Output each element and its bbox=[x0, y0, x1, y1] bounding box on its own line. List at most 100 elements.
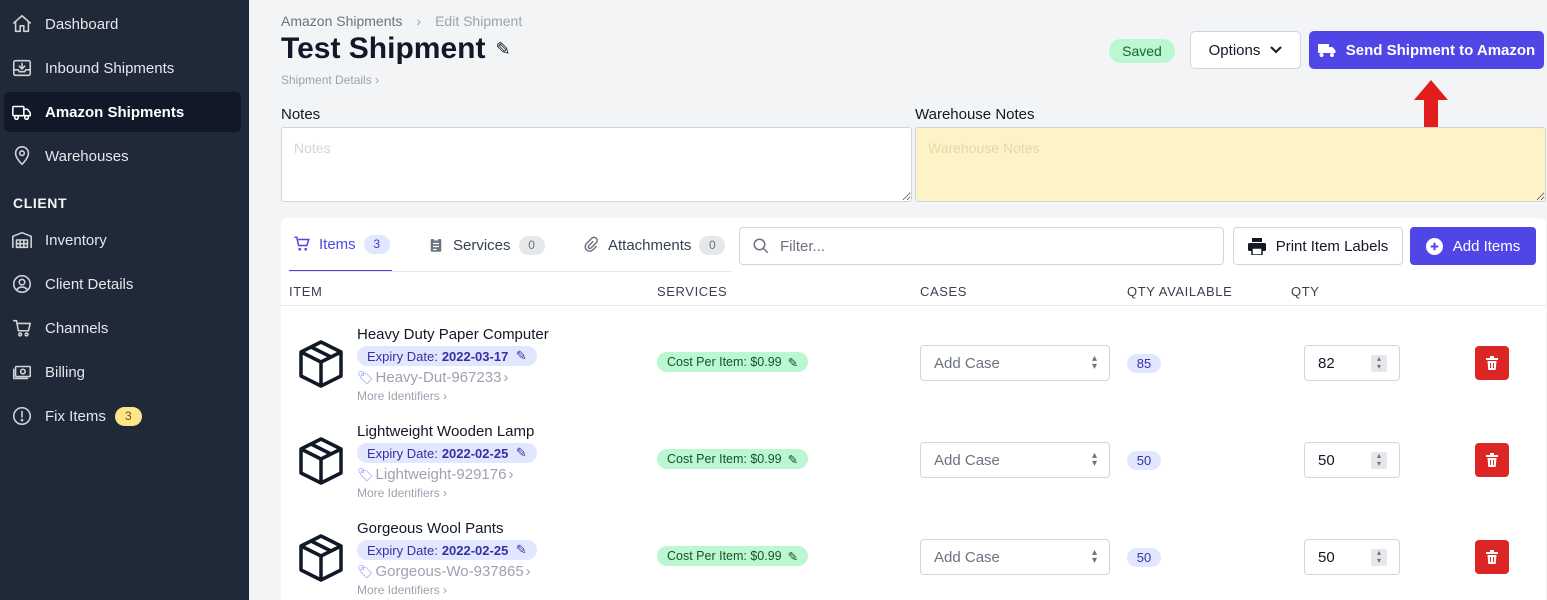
table-row: Gorgeous Wool Pants Expiry Date: 2022-02-… bbox=[281, 508, 1546, 600]
sidebar-item-billing[interactable]: Billing bbox=[0, 352, 249, 392]
page-title: Test Shipment ✎ bbox=[281, 32, 511, 66]
item-name[interactable]: Gorgeous Wool Pants bbox=[357, 520, 503, 537]
identifier-value: Heavy-Dut-967233 bbox=[375, 369, 502, 386]
truck-icon bbox=[1317, 44, 1336, 57]
service-badge[interactable]: Cost Per Item: $0.99 ✎ bbox=[657, 352, 809, 372]
sidebar-item-amazon-shipments[interactable]: Amazon Shipments bbox=[4, 92, 241, 132]
chevron-right-icon: › bbox=[443, 486, 448, 500]
table-row: Heavy Duty Paper Computer Expiry Date: 20… bbox=[281, 314, 1546, 411]
identifier-link[interactable]: 🏷 Lightweight-929176 › bbox=[357, 466, 513, 483]
expiry-badge[interactable]: Expiry Date: 2022-02-25 ✎ bbox=[357, 540, 537, 560]
sidebar-item-channels[interactable]: Channels bbox=[0, 308, 249, 348]
sidebar-item-inbound-shipments[interactable]: Inbound Shipments bbox=[0, 48, 249, 88]
warehouse-notes-field[interactable] bbox=[915, 127, 1546, 202]
tag-icon: 🏷 bbox=[357, 369, 374, 385]
add-case-select[interactable]: Add Case ▴ ▾ bbox=[920, 539, 1110, 575]
trash-icon bbox=[1486, 356, 1498, 370]
sidebar-item-warehouses[interactable]: Warehouses bbox=[0, 136, 249, 176]
delete-item-button[interactable] bbox=[1475, 346, 1509, 380]
expiry-badge[interactable]: Expiry Date: 2022-02-25 ✎ bbox=[357, 443, 537, 463]
add-case-select[interactable]: Add Case ▴ ▾ bbox=[920, 442, 1110, 478]
sidebar-item-inventory[interactable]: Inventory bbox=[0, 220, 249, 260]
qty-input[interactable]: 50 ▴ ▾ bbox=[1304, 539, 1400, 575]
shipment-details-link[interactable]: Shipment Details › bbox=[281, 73, 379, 87]
qty-available-badge: 50 bbox=[1127, 451, 1161, 470]
chevron-right-icon: › bbox=[443, 583, 448, 597]
breadcrumb-amazon-shipments[interactable]: Amazon Shipments bbox=[281, 13, 402, 29]
more-identifiers-label: More Identifiers bbox=[357, 389, 440, 403]
pencil-icon: ✎ bbox=[512, 542, 527, 557]
sidebar-item-label: Fix Items bbox=[45, 407, 106, 425]
qty-input[interactable]: 50 ▴ ▾ bbox=[1304, 442, 1400, 478]
send-shipment-button[interactable]: Send Shipment to Amazon bbox=[1309, 31, 1544, 69]
alert-circle-icon bbox=[10, 404, 34, 428]
sidebar-item-fix-items[interactable]: Fix Items 3 bbox=[0, 396, 249, 436]
expiry-badge[interactable]: Expiry Date: 2022-03-17 ✎ bbox=[357, 346, 537, 366]
item-name[interactable]: Lightweight Wooden Lamp bbox=[357, 423, 534, 440]
edit-pencil-icon[interactable]: ✎ bbox=[495, 39, 510, 60]
column-header-qty: QTY bbox=[1291, 284, 1320, 299]
red-arrow-annotation-icon bbox=[1414, 80, 1448, 128]
add-items-button[interactable]: Add Items bbox=[1410, 227, 1536, 265]
sidebar-section-client: CLIENT bbox=[13, 195, 68, 211]
sidebar-item-label: Inbound Shipments bbox=[45, 59, 175, 77]
service-badge[interactable]: Cost Per Item: $0.99 ✎ bbox=[657, 449, 809, 469]
pencil-icon: ✎ bbox=[512, 348, 527, 363]
qty-value: 50 bbox=[1318, 548, 1335, 566]
tab-items[interactable]: Items 3 bbox=[289, 218, 392, 272]
tab-attachments-count: 0 bbox=[699, 235, 726, 255]
add-case-label: Add Case bbox=[934, 354, 1000, 372]
filter-input[interactable] bbox=[780, 237, 1200, 255]
print-item-labels-button[interactable]: Print Item Labels bbox=[1233, 227, 1403, 265]
items-card: Items 3 Services 0 Attachments 0 Print I… bbox=[281, 218, 1546, 600]
sidebar-item-label: Inventory bbox=[45, 231, 107, 249]
map-pin-icon bbox=[10, 144, 34, 168]
sidebar-item-dashboard[interactable]: Dashboard bbox=[0, 4, 249, 44]
tab-attachments[interactable]: Attachments 0 bbox=[582, 218, 726, 272]
chevron-right-icon: › bbox=[416, 13, 422, 29]
identifier-link[interactable]: 🏷 Gorgeous-Wo-937865 › bbox=[357, 563, 531, 580]
select-updown-icon: ▴ ▾ bbox=[1091, 353, 1097, 372]
home-icon bbox=[10, 12, 34, 36]
qty-value: 50 bbox=[1318, 451, 1335, 469]
notes-field[interactable] bbox=[281, 127, 912, 202]
options-button[interactable]: Options bbox=[1190, 31, 1301, 69]
qty-input[interactable]: 82 ▴ ▾ bbox=[1304, 345, 1400, 381]
more-identifiers-link[interactable]: More Identifiers › bbox=[357, 583, 447, 597]
inbox-icon bbox=[10, 56, 34, 80]
printer-icon bbox=[1247, 237, 1266, 255]
sidebar-item-client-details[interactable]: Client Details bbox=[0, 264, 249, 304]
add-case-label: Add Case bbox=[934, 451, 1000, 469]
expiry-date: 2022-02-25 bbox=[441, 542, 509, 558]
sidebar: Dashboard Inbound Shipments Amazon Shipm… bbox=[0, 0, 249, 600]
expiry-label: Expiry Date: bbox=[367, 542, 438, 558]
pencil-icon: ✎ bbox=[787, 452, 799, 467]
sidebar-item-label: Billing bbox=[45, 363, 86, 381]
identifier-link[interactable]: 🏷 Heavy-Dut-967233 › bbox=[357, 369, 508, 386]
fix-items-count-badge: 3 bbox=[114, 406, 142, 426]
pencil-icon: ✎ bbox=[787, 549, 799, 564]
more-identifiers-link[interactable]: More Identifiers › bbox=[357, 486, 447, 500]
stepper-icon[interactable]: ▴ ▾ bbox=[1371, 452, 1387, 469]
tab-services[interactable]: Services 0 bbox=[427, 218, 545, 272]
identifier-value: Gorgeous-Wo-937865 bbox=[375, 563, 524, 580]
add-case-select[interactable]: Add Case ▴ ▾ bbox=[920, 345, 1110, 381]
sidebar-item-label: Client Details bbox=[45, 275, 134, 293]
more-identifiers-link[interactable]: More Identifiers › bbox=[357, 389, 447, 403]
search-icon bbox=[753, 238, 769, 254]
clipboard-list-icon bbox=[430, 237, 442, 252]
paperclip-icon bbox=[584, 236, 598, 252]
tabs-divider bbox=[289, 271, 731, 272]
select-updown-icon: ▴ ▾ bbox=[1091, 450, 1097, 469]
breadcrumb-edit-shipment: Edit Shipment bbox=[435, 13, 523, 29]
delete-item-button[interactable] bbox=[1475, 443, 1509, 477]
tag-icon: 🏷 bbox=[357, 563, 374, 579]
qty-value: 82 bbox=[1318, 354, 1335, 372]
stepper-icon[interactable]: ▴ ▾ bbox=[1371, 549, 1387, 566]
add-case-label: Add Case bbox=[934, 548, 1000, 566]
service-badge[interactable]: Cost Per Item: $0.99 ✎ bbox=[657, 546, 809, 566]
item-name[interactable]: Heavy Duty Paper Computer bbox=[357, 326, 549, 343]
delete-item-button[interactable] bbox=[1475, 540, 1509, 574]
cart-icon bbox=[10, 316, 34, 340]
stepper-icon[interactable]: ▴ ▾ bbox=[1371, 355, 1387, 372]
